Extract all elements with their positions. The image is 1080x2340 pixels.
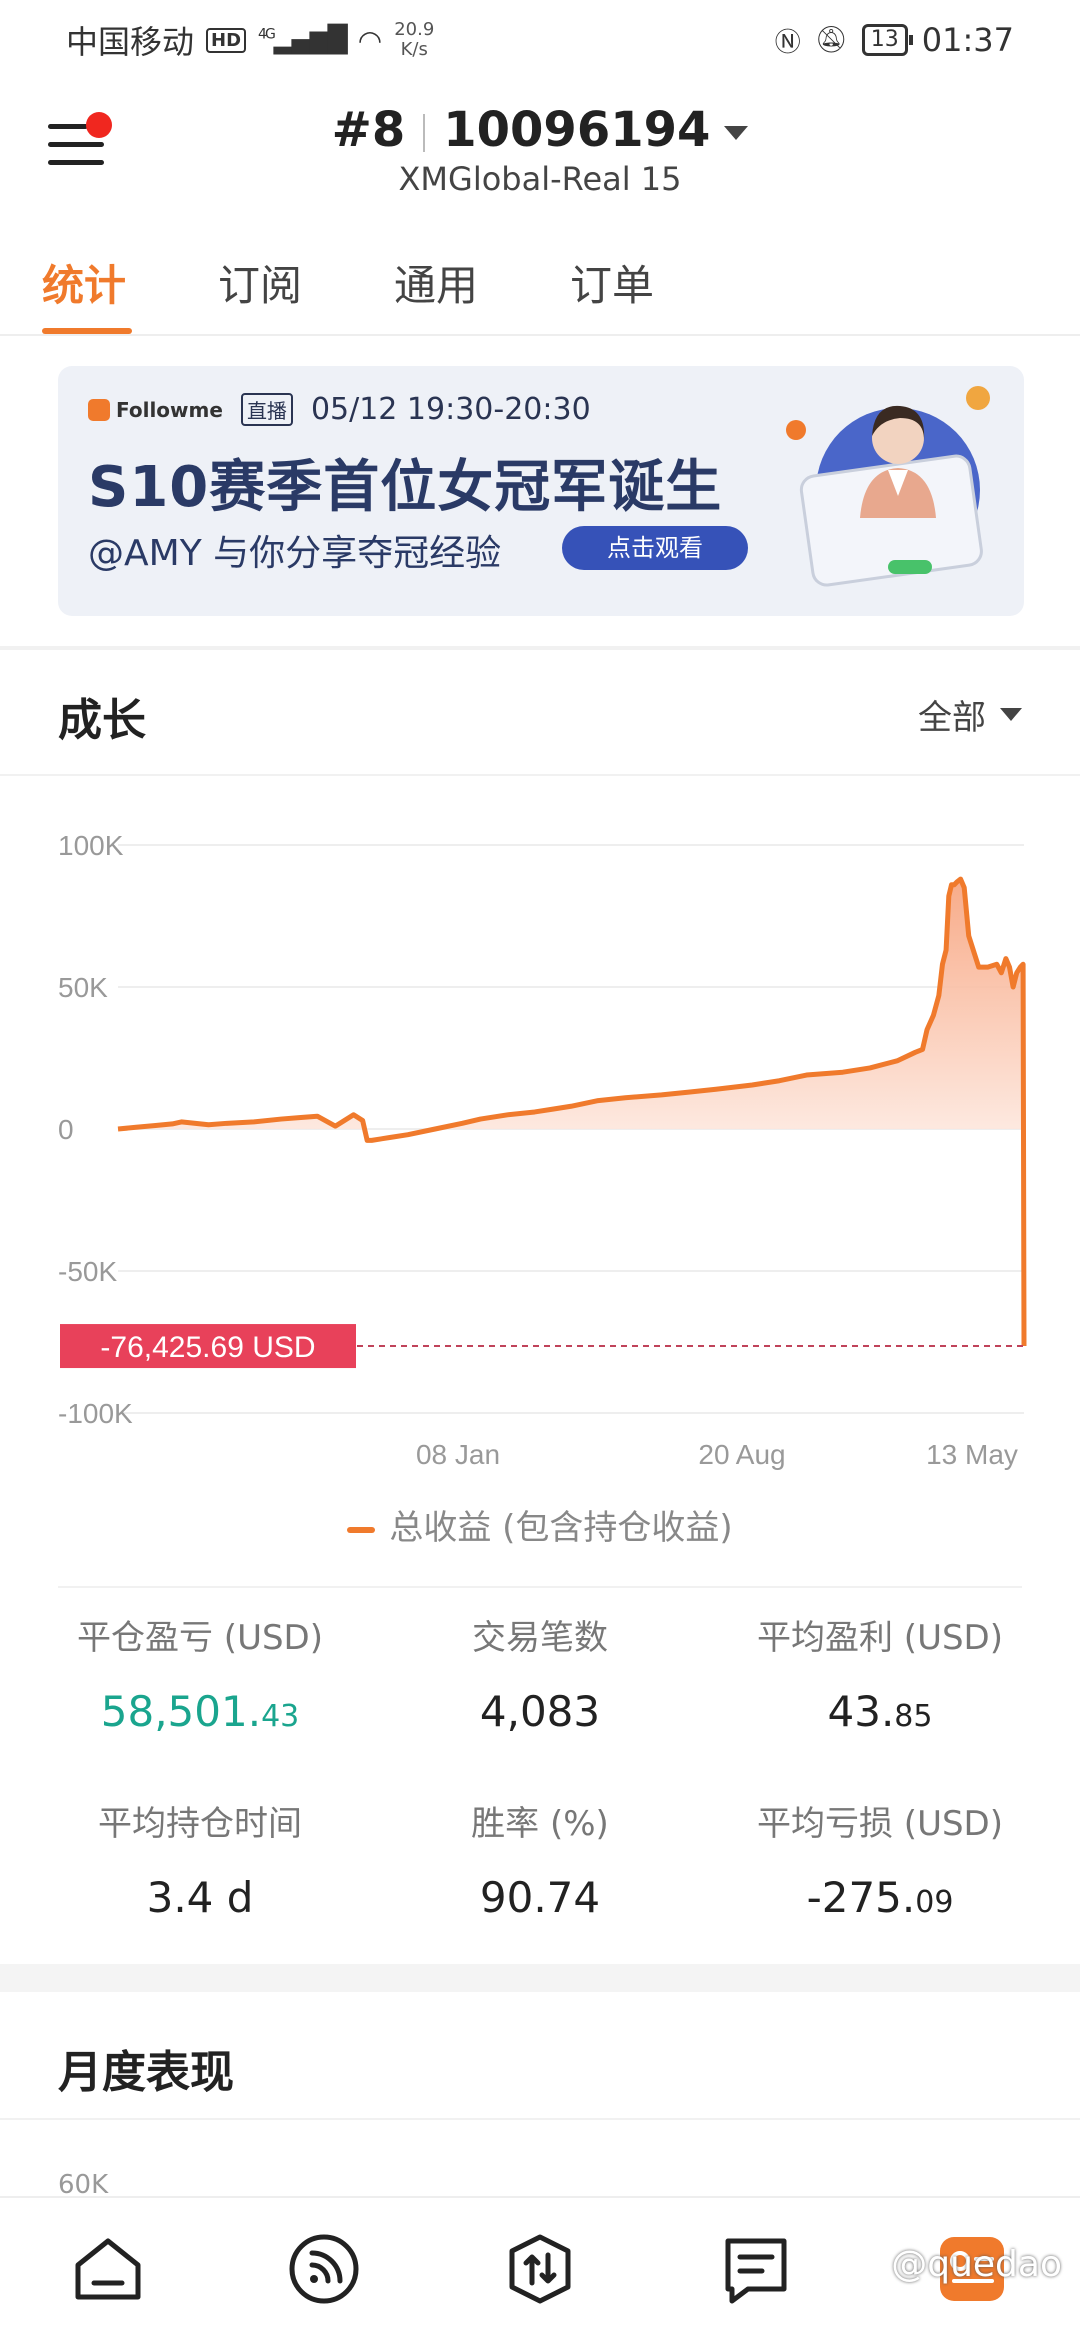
signal-icon: 4G▂▄▆█: [258, 25, 348, 55]
growth-chart[interactable]: 100K 50K 0 -50K -100K 08 Jan 20 Aug 13 May -76,4…: [0, 800, 1080, 1480]
mute-icon: 🔕︎: [814, 25, 848, 55]
stat-trade-count: 交易笔数 4,083: [370, 1610, 710, 1736]
status-bar: 中国移动 HD 4G▂▄▆█ ◠ 20.9 K/s Ⓝ 🔕︎ 13 01:37: [0, 0, 1080, 80]
stats-row: 平仓盈亏 (USD) 58,501.43 交易笔数 4,083 平均盈利 (US…: [30, 1610, 1050, 1736]
nav-home[interactable]: [48, 2219, 168, 2319]
stat-avg-profit: 平均盈利 (USD) 43.85: [710, 1610, 1050, 1736]
live-badge: 直播: [240, 393, 293, 426]
tab-bar: 统计 订阅 通用 订单: [0, 240, 1080, 336]
x-tick-label: 08 Jan: [416, 1439, 500, 1470]
section-separator: [0, 1964, 1080, 1992]
chart-legend: 总收益 (包含持仓收益): [0, 1500, 1080, 1549]
legend-label: 总收益 (包含持仓收益): [389, 1508, 733, 1548]
y-tick-label: 100K: [58, 830, 124, 861]
y-tick-label: 0: [58, 1114, 74, 1145]
hd-badge: HD: [206, 27, 247, 53]
tab-general[interactable]: 通用: [394, 240, 570, 334]
speed-value: 20.9: [394, 19, 435, 40]
stat-label: 平均亏损 (USD): [757, 1804, 1003, 1844]
banner-datetime: 05/12 19:30-20:30: [310, 392, 591, 427]
stat-label: 平均持仓时间: [98, 1804, 302, 1844]
chevron-down-icon: [724, 126, 749, 140]
presenter-portrait: [786, 386, 990, 587]
wifi-icon: ◠: [357, 23, 383, 57]
network-speed: 20.9 K/s: [394, 20, 434, 60]
followme-logo: Followme: [88, 398, 223, 422]
watermark: @quedao: [891, 2244, 1062, 2285]
stats-grid: 平仓盈亏 (USD) 58,501.43 交易笔数 4,083 平均盈利 (US…: [30, 1610, 1050, 1922]
stat-value: -275.09: [806, 1873, 954, 1922]
clock: 01:37: [921, 21, 1014, 59]
account-number: 10096194: [443, 102, 711, 158]
watch-button[interactable]: 点击观看: [562, 526, 748, 570]
tab-stats[interactable]: 统计: [42, 240, 218, 334]
legend-swatch: [347, 1526, 376, 1533]
network-type: 4G: [258, 26, 276, 43]
series-area: [118, 879, 1024, 1129]
carrier-label: 中国移动: [66, 23, 195, 61]
notes-icon: [725, 2238, 787, 2304]
stat-avg-loss: 平均亏损 (USD) -275.09: [710, 1796, 1050, 1922]
current-value-label: -76,425.69 USD: [100, 1331, 315, 1364]
stat-label: 平仓盈亏 (USD): [77, 1618, 323, 1658]
nav-trade[interactable]: [480, 2219, 600, 2319]
stat-label: 平均盈利 (USD): [757, 1618, 1003, 1658]
stat-label: 交易笔数: [472, 1618, 608, 1658]
chevron-down-icon: [1000, 708, 1022, 721]
tab-subscribe[interactable]: 订阅: [218, 240, 394, 334]
stat-value: 43.85: [827, 1687, 933, 1736]
range-dropdown[interactable]: 全部: [918, 690, 1022, 739]
nfc-icon: Ⓝ: [774, 27, 801, 58]
account-header: #8 10096194 XMGlobal-Real 15: [0, 80, 1080, 210]
stat-value: 58,501.43: [100, 1687, 300, 1736]
feed-icon: [289, 2234, 359, 2304]
monthly-title: 月度表现: [58, 2047, 234, 2098]
stat-label: 胜率 (%): [471, 1804, 609, 1844]
stat-value: 90.74: [479, 1873, 601, 1922]
y-tick-label: 50K: [58, 972, 108, 1003]
x-tick-label: 20 Aug: [698, 1439, 785, 1470]
y-tick-label: -50K: [58, 1256, 117, 1287]
y-tick-label: -100K: [58, 1398, 133, 1429]
x-tick-label: 13 May: [926, 1439, 1018, 1470]
stat-win-rate: 胜率 (%) 90.74: [370, 1796, 710, 1922]
battery-icon: 13: [861, 24, 913, 56]
banner-title: S10赛季首位女冠军诞生: [88, 455, 723, 520]
account-server: XMGlobal-Real 15: [398, 160, 682, 198]
account-selector[interactable]: #8 10096194: [0, 102, 1080, 158]
nav-feed[interactable]: [264, 2219, 384, 2319]
stat-value: 4,083: [479, 1687, 601, 1736]
brand-label: Followme: [116, 397, 223, 422]
speed-unit: K/s: [400, 39, 428, 60]
stat-avg-hold-time: 平均持仓时间 3.4 d: [30, 1796, 370, 1922]
nav-notes[interactable]: [696, 2219, 816, 2319]
stat-value: 3.4 d: [146, 1873, 254, 1922]
growth-title: 成长: [58, 695, 146, 746]
tab-orders[interactable]: 订单: [570, 240, 746, 334]
stat-closed-pnl: 平仓盈亏 (USD) 58,501.43: [30, 1610, 370, 1736]
banner-subtitle: @AMY 与你分享夺冠经验: [88, 533, 502, 574]
range-label: 全部: [918, 698, 986, 738]
account-rank: #8: [331, 102, 406, 158]
promo-banner[interactable]: Followme 直播 05/12 19:30-20:30 S10赛季首位女冠军…: [58, 366, 1024, 616]
stats-row: 平均持仓时间 3.4 d 胜率 (%) 90.74 平均亏损 (USD) -27…: [30, 1796, 1050, 1922]
home-icon: [75, 2238, 141, 2300]
trade-icon: [509, 2234, 571, 2304]
